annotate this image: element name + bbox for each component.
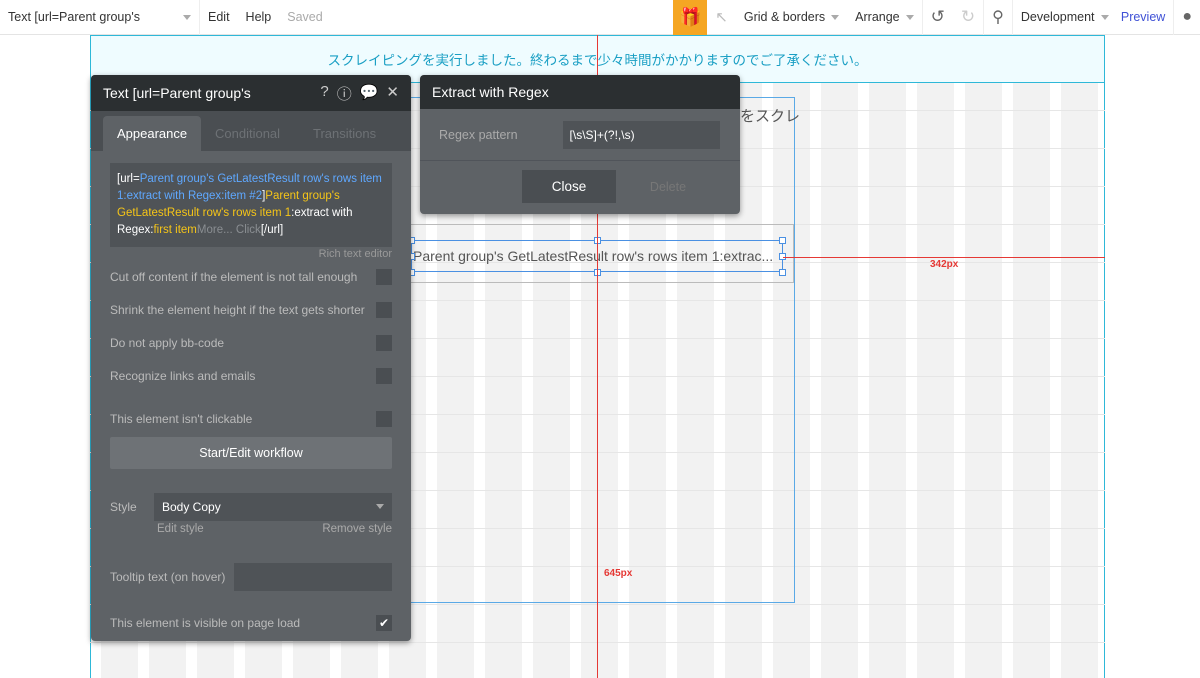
text-expression-editor[interactable]: [url=Parent group's GetLatestResult row'…: [110, 163, 392, 247]
chevron-down-icon: [1100, 14, 1109, 20]
resize-handle[interactable]: [779, 237, 786, 244]
distance-guide-horizontal: [783, 257, 1105, 258]
rich-text-editor-link[interactable]: Rich text editor: [91, 248, 392, 260]
info-icon[interactable]: ⓘ: [337, 83, 352, 104]
chevron-down-icon: [905, 14, 914, 20]
style-label: Style: [110, 499, 137, 514]
option-cut-off: Cut off content if the element is not ta…: [110, 260, 392, 293]
style-dropdown[interactable]: Body Copy: [154, 492, 392, 521]
dialog-title: Extract with Regex: [420, 75, 740, 109]
checkbox[interactable]: [376, 367, 392, 384]
tooltip-input[interactable]: [234, 562, 392, 591]
option-links: Recognize links and emails: [110, 359, 392, 392]
remove-style-link[interactable]: Remove style: [322, 523, 392, 537]
tab-appearance[interactable]: Appearance: [103, 116, 201, 151]
option-not-clickable: This element isn't clickable: [110, 402, 392, 435]
property-editor: Text [url=Parent group's ? ⓘ 💬 ✕ Appearance…: [91, 75, 411, 641]
panel-header[interactable]: Text [url=Parent group's ? ⓘ 💬 ✕: [91, 75, 411, 111]
undo-icon[interactable]: ↺: [923, 0, 953, 35]
tab-conditional[interactable]: Conditional: [201, 116, 299, 151]
background-text[interactable]: をスクレ: [740, 105, 800, 126]
option-visible: This element is visible on page load ✔: [110, 609, 392, 637]
checkbox[interactable]: [376, 301, 392, 318]
arrange-menu[interactable]: Arrange: [847, 0, 923, 35]
regex-pattern-label: Regex pattern: [439, 127, 518, 142]
tab-transitions[interactable]: Transitions: [299, 116, 397, 151]
chevron-down-icon: [183, 14, 191, 20]
distance-label-vertical: 645px: [604, 568, 633, 579]
close-icon[interactable]: ✕: [386, 83, 399, 104]
panel-tabs: Appearance Conditional Transitions: [91, 111, 411, 151]
chevron-down-icon: [831, 14, 840, 20]
close-button[interactable]: Close: [522, 170, 616, 203]
grid-borders-menu[interactable]: Grid & borders: [736, 0, 847, 35]
regex-pattern-input[interactable]: [\s\S]+(?!,\s): [562, 120, 720, 149]
chevron-down-icon: [376, 504, 384, 509]
redo-icon[interactable]: ↻: [953, 0, 985, 35]
checkbox[interactable]: [376, 334, 392, 351]
delete-button[interactable]: Delete: [616, 170, 720, 203]
checkmark-icon[interactable]: ✔: [376, 615, 392, 631]
pointer-icon[interactable]: ↖: [707, 0, 736, 35]
gift-icon[interactable]: 🎁: [673, 0, 708, 35]
help-menu[interactable]: Help: [238, 0, 280, 35]
edit-menu[interactable]: Edit: [200, 0, 238, 35]
element-selector[interactable]: Text [url=Parent group's: [0, 0, 200, 35]
option-bbcode: Do not apply bb-code: [110, 326, 392, 359]
extract-regex-dialog: Extract with Regex Regex pattern [\s\S]+…: [420, 75, 740, 214]
preview-button[interactable]: Preview: [1113, 0, 1175, 35]
development-menu[interactable]: Development: [1013, 0, 1113, 35]
checkbox[interactable]: [376, 410, 392, 427]
checkbox[interactable]: [376, 268, 392, 285]
search-icon[interactable]: ⚲: [984, 0, 1013, 35]
comment-icon[interactable]: 💬: [360, 83, 379, 104]
help-icon[interactable]: ?: [320, 83, 328, 104]
edit-style-link[interactable]: Edit style: [157, 523, 204, 537]
user-avatar-icon[interactable]: ●: [1174, 0, 1200, 35]
top-toolbar: Text [url=Parent group's Edit Help Saved…: [0, 0, 1200, 35]
distance-label-horizontal: 342px: [930, 259, 959, 270]
option-shrink: Shrink the element height if the text ge…: [110, 293, 392, 326]
start-edit-workflow-button[interactable]: Start/Edit workflow: [110, 437, 392, 469]
saved-status: Saved: [287, 10, 323, 24]
resize-handle[interactable]: [779, 269, 786, 276]
